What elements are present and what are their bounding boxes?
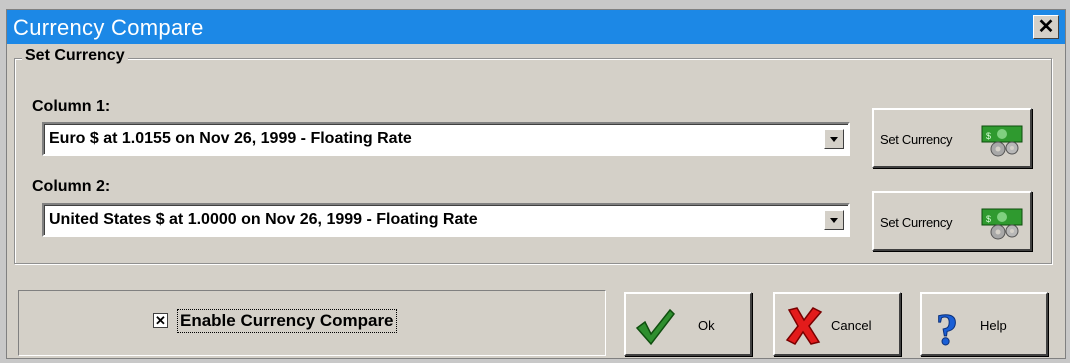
- set-currency-group-label: Set Currency: [22, 47, 128, 65]
- svg-text:?: ?: [936, 305, 958, 348]
- column-2-currency-select[interactable]: United States $ at 1.0000 on Nov 26, 199…: [42, 203, 850, 237]
- cancel-button-label: Cancel: [831, 318, 872, 333]
- chevron-down-icon[interactable]: [824, 129, 844, 149]
- question-mark-icon: ?: [936, 305, 959, 349]
- money-gears-icon: $: [981, 208, 1023, 240]
- chevron-down-icon[interactable]: [824, 210, 844, 230]
- money-gears-icon: $: [981, 125, 1023, 157]
- close-icon: ✕: [1037, 16, 1055, 38]
- enable-currency-compare-label[interactable]: Enable Currency Compare: [177, 309, 397, 333]
- set-currency-button-label: Set Currency: [880, 215, 953, 230]
- column-1-currency-select[interactable]: Euro $ at 1.0155 on Nov 26, 1999 - Float…: [42, 122, 850, 156]
- x-mark-icon: [785, 307, 823, 345]
- svg-text:$: $: [986, 131, 991, 141]
- column-2-set-currency-button[interactable]: Set Currency $: [872, 191, 1032, 251]
- ok-button-label: Ok: [698, 318, 715, 333]
- column-1-set-currency-button[interactable]: Set Currency $: [872, 108, 1032, 168]
- column-1-label: Column 1:: [32, 98, 111, 115]
- window-title: Currency Compare: [13, 15, 204, 40]
- help-button-label: Help: [980, 318, 1007, 333]
- column-2-label: Column 2:: [32, 178, 111, 195]
- svg-text:$: $: [986, 214, 991, 224]
- checkbox-check-icon: ✕: [155, 313, 166, 328]
- checkmark-icon: [635, 308, 675, 346]
- column-1-selected-value: Euro $ at 1.0155 on Nov 26, 1999 - Float…: [49, 130, 412, 147]
- close-button[interactable]: ✕: [1033, 15, 1059, 39]
- ok-button[interactable]: Ok: [624, 292, 752, 356]
- title-bar[interactable]: Currency Compare ✕: [7, 10, 1065, 44]
- column-2-selected-value: United States $ at 1.0000 on Nov 26, 199…: [49, 211, 478, 228]
- set-currency-button-label: Set Currency: [880, 132, 953, 147]
- enable-currency-compare-checkbox[interactable]: ✕: [153, 313, 168, 328]
- cancel-button[interactable]: Cancel: [773, 292, 901, 356]
- help-button[interactable]: ? Help: [920, 292, 1048, 356]
